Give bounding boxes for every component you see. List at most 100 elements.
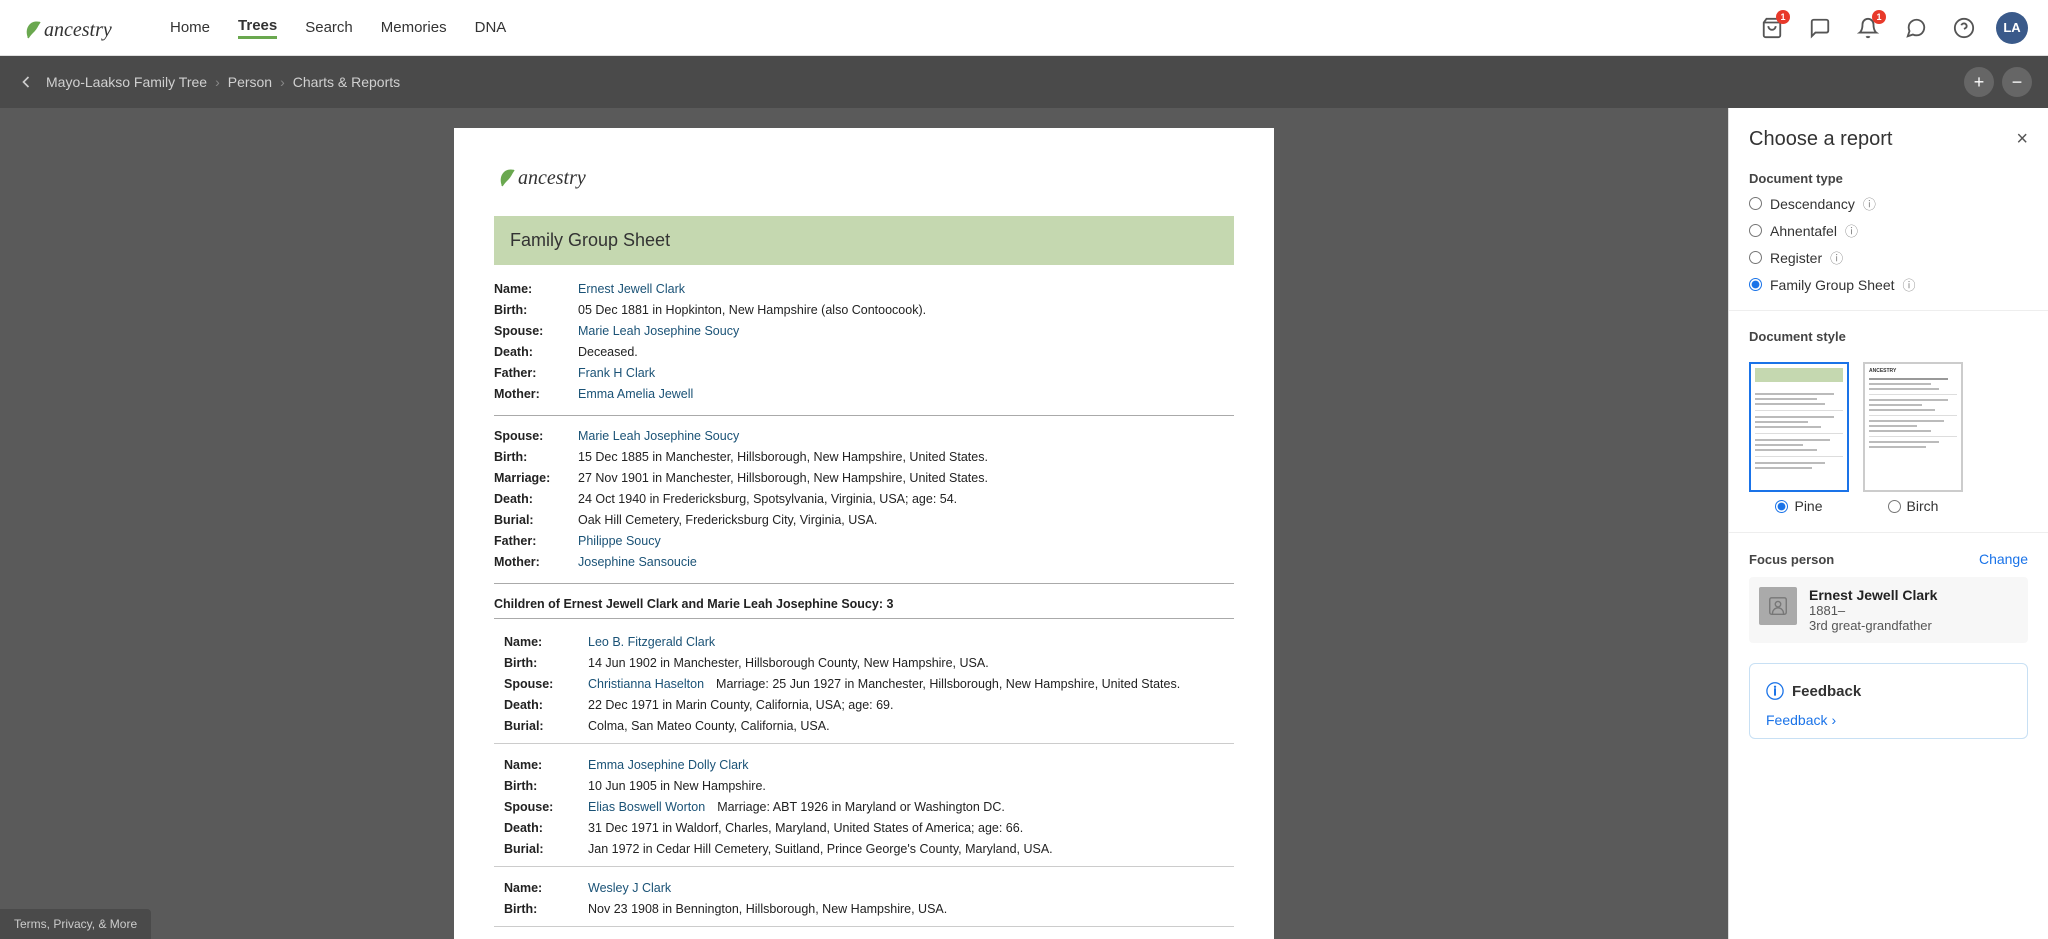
document-area: ancestry Family Group Sheet Name: Ernest… — [0, 108, 1728, 939]
doc-husband-name-label: Name: — [494, 279, 574, 299]
doc-wife-spouse-value[interactable]: Marie Leah Josephine Soucy — [578, 426, 739, 446]
doc-husband-father-value[interactable]: Frank H Clark — [578, 363, 655, 383]
messages-button[interactable] — [1804, 12, 1836, 44]
style-pine-label[interactable]: Pine — [1775, 498, 1822, 514]
doc-wife-burial: Burial: Oak Hill Cemetery, Fredericksbur… — [494, 510, 1234, 530]
doc-child1-name-label: Name: — [504, 632, 584, 652]
doc-husband-spouse-value[interactable]: Marie Leah Josephine Soucy — [578, 321, 739, 341]
radio-descendancy[interactable]: Descendancy ⓘ — [1749, 194, 2028, 213]
doc-child3-birth-label: Birth: — [504, 899, 584, 919]
style-birch-radio[interactable] — [1888, 500, 1901, 513]
style-option-birch[interactable]: ANCESTRY — [1863, 362, 1963, 514]
doc-children-header: Children of Ernest Jewell Clark and Mari… — [494, 594, 1234, 619]
breadcrumb-reports: Charts & Reports — [293, 74, 400, 90]
nav-home[interactable]: Home — [170, 19, 210, 36]
radio-register-input[interactable] — [1749, 251, 1762, 264]
ahnentafel-info-icon[interactable]: ⓘ — [1845, 221, 1858, 240]
close-panel-button[interactable]: × — [2016, 128, 2028, 151]
doc-child2-birth-label: Birth: — [504, 776, 584, 796]
radio-family-group-sheet[interactable]: Family Group Sheet ⓘ — [1749, 275, 2028, 294]
doc-child3-name-label: Name: — [504, 878, 584, 898]
doc-husband-mother-value[interactable]: Emma Amelia Jewell — [578, 384, 693, 404]
doc-wife-birth-value: 15 Dec 1885 in Manchester, Hillsborough,… — [578, 447, 988, 467]
divider-1 — [1729, 310, 2048, 311]
nav-trees[interactable]: Trees — [238, 17, 277, 39]
doc-child1-name-value[interactable]: Leo B. Fitzgerald Clark — [588, 632, 715, 652]
doc-wife-mother-value[interactable]: Josephine Sansoucie — [578, 552, 697, 572]
doc-husband-death: Death: Deceased. — [494, 342, 1234, 362]
feedback-title: Feedback — [1792, 683, 1861, 700]
style-birch-text: Birch — [1907, 498, 1939, 514]
doc-child1-birth-label: Birth: — [504, 653, 584, 673]
radio-descendancy-input[interactable] — [1749, 197, 1762, 210]
doc-child1-burial-value: Colma, San Mateo County, California, USA… — [588, 716, 830, 736]
doc-wife-mother-label: Mother: — [494, 552, 574, 572]
style-pine-radio[interactable] — [1775, 500, 1788, 513]
svg-text:ancestry: ancestry — [518, 167, 586, 189]
user-avatar[interactable]: LA — [1996, 12, 2028, 44]
register-info-icon[interactable]: ⓘ — [1830, 248, 1843, 267]
doc-child3-name-value[interactable]: Wesley J Clark — [588, 878, 671, 898]
doc-wife-father-value[interactable]: Philippe Soucy — [578, 531, 661, 551]
doc-wife-father-label: Father: — [494, 531, 574, 551]
breadcrumb: Mayo-Laakso Family Tree › Person › Chart… — [46, 74, 400, 90]
radio-family-group-sheet-input[interactable] — [1749, 278, 1762, 291]
family-group-sheet-info-icon[interactable]: ⓘ — [1903, 275, 1916, 294]
nav-logo[interactable]: ancestry — [20, 10, 140, 46]
radio-descendancy-label: Descendancy — [1770, 196, 1855, 212]
breadcrumb-sep-1: › — [215, 74, 220, 90]
radio-ahnentafel-label: Ahnentafel — [1770, 223, 1837, 239]
doc-husband-spouse: Spouse: Marie Leah Josephine Soucy — [494, 321, 1234, 341]
doc-child-3: Name: Wesley J Clark Birth: Nov 23 1908 … — [494, 871, 1234, 927]
doc-wife-father: Father: Philippe Soucy — [494, 531, 1234, 551]
feedback-link[interactable]: Feedback › — [1766, 712, 2011, 728]
doc-wife-mother: Mother: Josephine Sansoucie — [494, 552, 1234, 572]
descendancy-info-icon[interactable]: ⓘ — [1863, 194, 1876, 213]
zoom-in-button[interactable]: + — [1964, 67, 1994, 97]
chat-button[interactable] — [1900, 12, 1932, 44]
doc-wife-burial-label: Burial: — [494, 510, 574, 530]
doc-child2-burial-value: Jan 1972 in Cedar Hill Cemetery, Suitlan… — [588, 839, 1053, 859]
terms-bar[interactable]: Terms, Privacy, & More — [0, 909, 151, 939]
document-style-grid: Pine ANCESTRY — [1729, 352, 2048, 524]
focus-person-title: Focus person — [1749, 552, 1834, 567]
focus-person-info: Ernest Jewell Clark 1881– 3rd great-gran… — [1809, 587, 1937, 633]
doc-husband-father-label: Father: — [494, 363, 574, 383]
doc-wife-marriage-label: Marriage: — [494, 468, 574, 488]
notification-button[interactable]: 1 — [1852, 12, 1884, 44]
radio-family-group-sheet-label: Family Group Sheet — [1770, 277, 1895, 293]
style-option-pine[interactable]: Pine — [1749, 362, 1849, 514]
doc-child1-marriage-value: Marriage: 25 Jun 1927 in Manchester, Hil… — [716, 674, 1180, 694]
document-style-title: Document style — [1729, 319, 2048, 352]
nav-right: 1 1 LA — [1756, 12, 2028, 44]
nav-memories[interactable]: Memories — [381, 19, 447, 36]
doc-child2-spouse-value[interactable]: Elias Boswell Worton — [588, 797, 705, 817]
breadcrumb-person[interactable]: Person — [228, 74, 272, 90]
radio-ahnentafel[interactable]: Ahnentafel ⓘ — [1749, 221, 2028, 240]
doc-child1-spouse-label: Spouse: — [504, 674, 584, 694]
doc-husband-name-value[interactable]: Ernest Jewell Clark — [578, 279, 685, 299]
right-panel: Choose a report × Document type Descenda… — [1728, 108, 2048, 939]
nav-search[interactable]: Search — [305, 19, 353, 36]
style-birch-label[interactable]: Birch — [1888, 498, 1939, 514]
back-button[interactable] — [16, 72, 36, 92]
radio-ahnentafel-input[interactable] — [1749, 224, 1762, 237]
radio-register[interactable]: Register ⓘ — [1749, 248, 2028, 267]
doc-child2-name-value[interactable]: Emma Josephine Dolly Clark — [588, 755, 748, 775]
change-person-button[interactable]: Change — [1979, 551, 2028, 567]
breadcrumb-bar: Mayo-Laakso Family Tree › Person › Chart… — [0, 56, 2048, 108]
doc-wife-death-label: Death: — [494, 489, 574, 509]
doc-child1-birth-value: 14 Jun 1902 in Manchester, Hillsborough … — [588, 653, 989, 673]
help-button[interactable] — [1948, 12, 1980, 44]
doc-husband-father: Father: Frank H Clark — [494, 363, 1234, 383]
cart-button[interactable]: 1 — [1756, 12, 1788, 44]
zoom-out-button[interactable]: − — [2002, 67, 2032, 97]
doc-wife-spouse: Spouse: Marie Leah Josephine Soucy — [494, 426, 1234, 446]
breadcrumb-tree[interactable]: Mayo-Laakso Family Tree — [46, 74, 207, 90]
focus-person-header: Focus person Change — [1749, 551, 2028, 567]
top-nav: ancestry Home Trees Search Memories DNA … — [0, 0, 2048, 56]
doc-child-1: Name: Leo B. Fitzgerald Clark Birth: 14 … — [494, 625, 1234, 744]
doc-child1-spouse-value[interactable]: Christianna Haselton — [588, 674, 704, 694]
doc-wife-section: Spouse: Marie Leah Josephine Soucy Birth… — [494, 426, 1234, 584]
nav-dna[interactable]: DNA — [475, 19, 507, 36]
